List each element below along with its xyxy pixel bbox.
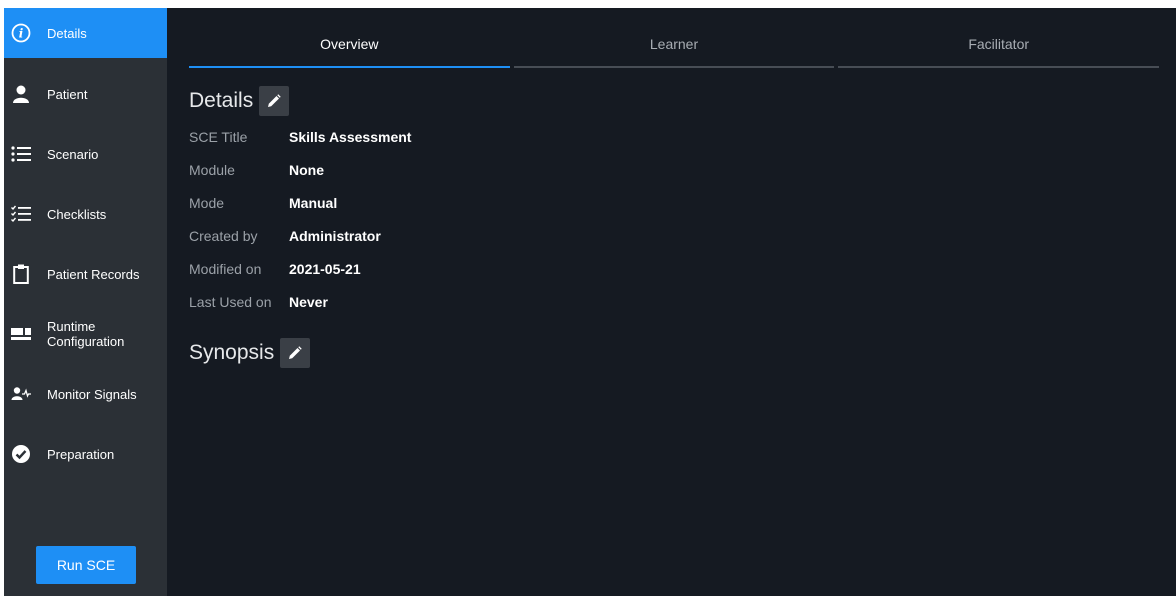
sidebar-item-patient[interactable]: Patient [4,74,167,114]
field-value: 2021-05-21 [289,261,361,277]
layout-icon [10,323,32,345]
check-circle-icon [10,443,32,465]
field-row-sce-title: SCE Title Skills Assessment [189,129,411,145]
field-value: Never [289,294,328,310]
sidebar-item-label: Preparation [47,446,115,462]
clipboard-icon [10,263,32,285]
list-icon [10,143,32,165]
details-header: Details [189,86,290,116]
field-label: SCE Title [189,129,248,145]
info-icon: i [10,22,32,44]
field-row-mode: Mode Manual [189,195,337,211]
tab-bar: Overview Learner Facilitator [189,30,1160,68]
sidebar-item-label: Details [47,25,87,41]
field-label: Module [189,162,235,178]
main-content: Overview Learner Facilitator Details SCE… [167,8,1176,596]
field-row-created-by: Created by Administrator [189,228,381,244]
field-value: None [289,162,324,178]
sidebar-item-preparation[interactable]: Preparation [4,434,167,474]
field-row-last-used-on: Last Used on Never [189,294,328,310]
pencil-icon [268,94,281,107]
tab-learner[interactable]: Learner [513,30,835,68]
edit-synopsis-button[interactable] [280,338,311,368]
sidebar-item-runtime-configuration[interactable]: Runtime Configuration [4,314,167,354]
sidebar-item-label: Patient Records [47,266,140,282]
field-row-module: Module None [189,162,324,178]
sidebar-item-label: Checklists [47,206,107,222]
checklist-icon [10,203,32,225]
details-title: Details [189,89,254,112]
sidebar-item-label: Patient [47,86,88,102]
synopsis-title: Synopsis [189,341,275,364]
sidebar-item-label: Runtime Configuration [47,319,125,349]
app-window: i Details Patient Scenario Checklists Pa… [4,8,1176,596]
sidebar-item-checklists[interactable]: Checklists [4,194,167,234]
tab-overview[interactable]: Overview [189,30,510,68]
sidebar-item-label: Scenario [47,146,99,162]
field-label: Mode [189,195,225,211]
field-label: Last Used on [189,294,272,310]
svg-text:i: i [19,27,24,41]
person-icon [10,83,32,105]
sidebar-item-patient-records[interactable]: Patient Records [4,254,167,294]
field-label: Modified on [189,261,262,277]
sidebar: i Details Patient Scenario Checklists Pa… [4,8,167,596]
field-value: Administrator [289,228,381,244]
sidebar-item-scenario[interactable]: Scenario [4,134,167,174]
field-row-modified-on: Modified on 2021-05-21 [189,261,361,277]
sidebar-item-monitor-signals[interactable]: Monitor Signals [4,374,167,414]
sidebar-item-details[interactable]: i Details [4,8,167,58]
field-value: Skills Assessment [289,129,412,145]
field-label: Created by [189,228,258,244]
run-sce-button[interactable]: Run SCE [36,546,136,584]
synopsis-header: Synopsis [189,338,311,368]
sidebar-item-label: Monitor Signals [47,386,137,402]
pencil-icon [289,346,302,359]
field-value: Manual [289,195,338,211]
person-pulse-icon [10,383,32,405]
tab-facilitator[interactable]: Facilitator [838,30,1160,68]
edit-details-button[interactable] [259,86,290,116]
